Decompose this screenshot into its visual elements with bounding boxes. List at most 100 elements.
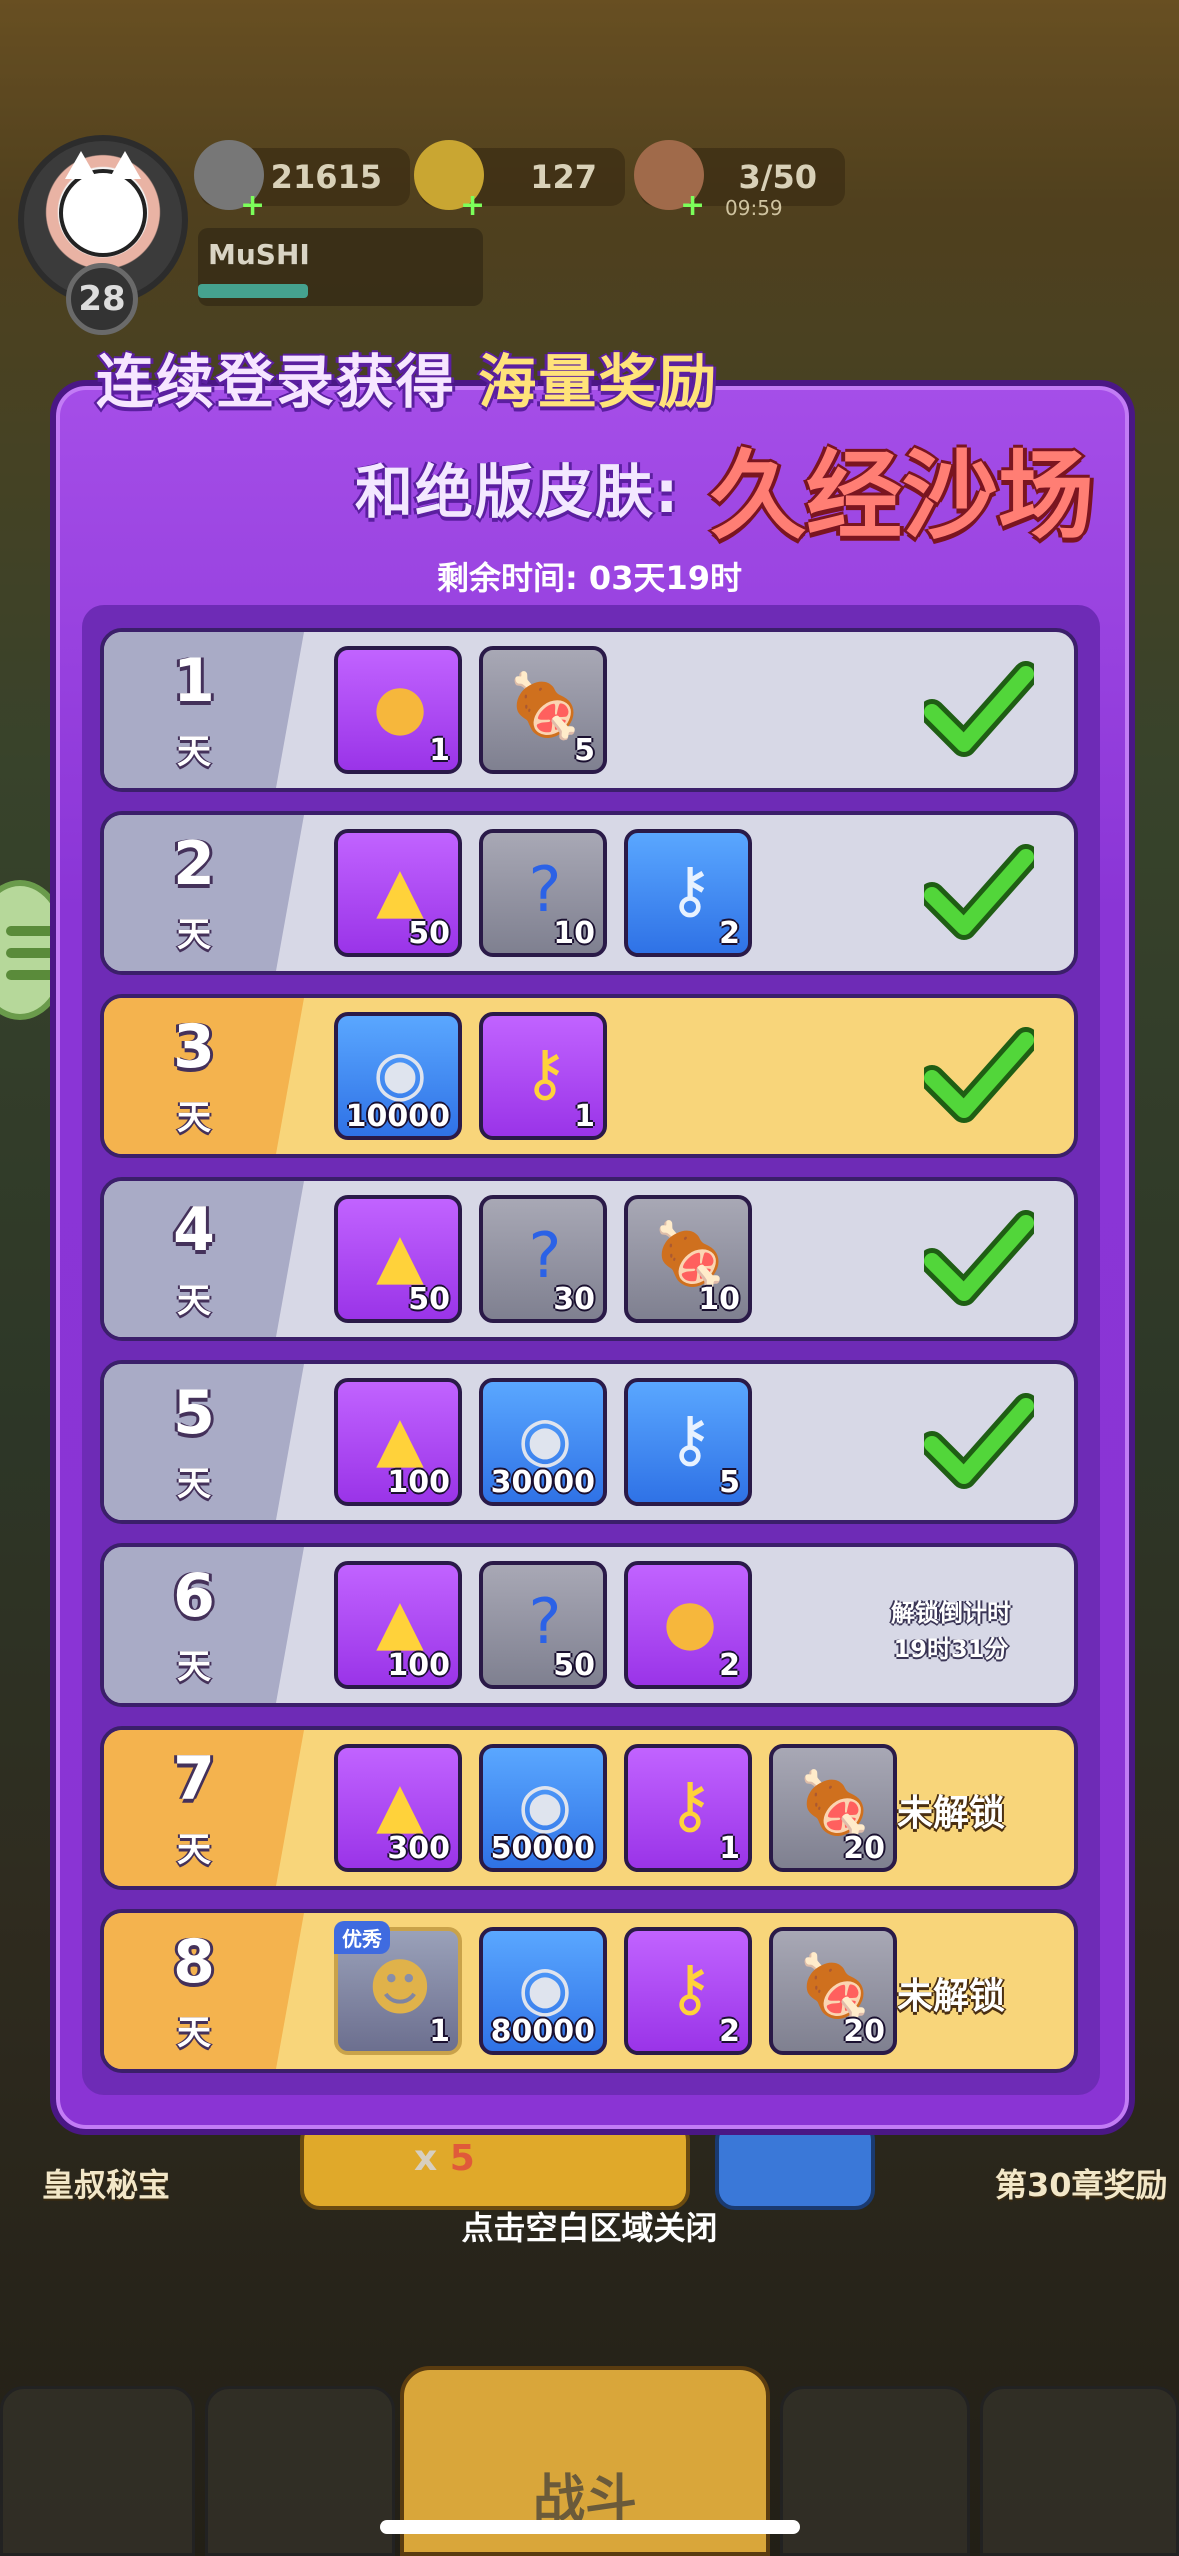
gold-coin-icon: ● <box>662 1584 718 1658</box>
left-feature-label[interactable]: 皇叔秘宝 <box>42 2160 170 2206</box>
reward-item[interactable]: ⚷ 1 <box>624 1744 752 1872</box>
reward-item[interactable]: ▲ 100 <box>334 1561 462 1689</box>
reward-row-day-4[interactable]: 4 天 ▲ 50? 30 🍖 10 <box>100 1177 1078 1341</box>
reward-item[interactable]: ? 30 <box>479 1195 607 1323</box>
silver-key-icon: ⚷ <box>667 1401 713 1475</box>
day-number: 2 <box>173 829 215 899</box>
item-quantity: 300 <box>387 1831 450 1866</box>
coin-counter[interactable]: + 21615 <box>194 140 410 223</box>
item-quantity: 50000 <box>490 1831 595 1866</box>
reward-item[interactable]: ? 10 <box>479 829 607 957</box>
home-indicator[interactable] <box>380 2520 800 2534</box>
coin-value: 21615 <box>270 158 382 196</box>
gold-key-icon: ⚷ <box>667 1767 713 1841</box>
reward-item[interactable]: ▲ 50 <box>334 1195 462 1323</box>
unlock-countdown: 解锁倒计时 19时31分 <box>891 1599 1011 1663</box>
event-headline: 连续登录获得 海量奖励 <box>96 348 719 416</box>
plus-icon: + <box>460 188 486 223</box>
reward-item[interactable]: ▲ 300 <box>334 1744 462 1872</box>
day-number: 3 <box>173 1012 215 1082</box>
day-number: 6 <box>173 1561 215 1631</box>
reward-row-day-3[interactable]: 3 天 ◉ 10000 ⚷ 1 <box>100 994 1078 1158</box>
locked-status: 未解锁 <box>896 1976 1005 2017</box>
plus-icon: + <box>240 188 266 223</box>
day-number: 5 <box>173 1378 215 1448</box>
plus-icon: + <box>680 188 706 223</box>
nav-equipment-button[interactable] <box>780 2386 970 2556</box>
reward-item[interactable]: 🍖 10 <box>624 1195 752 1323</box>
reward-item[interactable]: 🍖 5 <box>479 646 607 774</box>
item-quantity: 1 <box>574 1099 595 1134</box>
item-quantity: 2 <box>719 2014 740 2049</box>
player-name-plate: MuSHI <box>198 228 483 306</box>
day-label: 天 <box>177 1830 211 1870</box>
day-label: 天 <box>177 2013 211 2053</box>
reward-item[interactable]: ◉ 30000 <box>479 1378 607 1506</box>
claimed-check-icon <box>919 660 1039 760</box>
reward-row-day-8[interactable]: 8 天 ☻ 优秀 1 ◉ 80000 ⚷ 2 🍖 20 未解锁 <box>100 1909 1078 2073</box>
day-number: 8 <box>173 1927 215 1997</box>
item-quantity: 1 <box>429 2014 450 2049</box>
quality-tag: 优秀 <box>334 1921 390 1954</box>
item-quantity: 5 <box>574 733 595 768</box>
reward-row-day-2[interactable]: 2 天 ▲ 50? 10 ⚷ 2 <box>100 811 1078 975</box>
reward-item[interactable]: ☻ 优秀 1 <box>334 1921 462 2055</box>
nav-upgrade-button[interactable] <box>980 2386 1179 2556</box>
reward-item[interactable]: ● 2 <box>624 1561 752 1689</box>
reward-row-day-6[interactable]: 6 天 ▲ 100? 50 ● 2 解锁倒计时 19时31分 <box>100 1543 1078 1707</box>
item-quantity: 100 <box>387 1465 450 1500</box>
reward-item[interactable]: ⚷ 2 <box>624 829 752 957</box>
item-quantity: 30 <box>553 1282 595 1317</box>
exp-bar <box>198 284 308 298</box>
reward-item[interactable]: ● 1 <box>334 646 462 774</box>
silver-key-icon: ⚷ <box>667 852 713 926</box>
item-quantity: 80000 <box>490 2014 595 2049</box>
ingot-value: 127 <box>530 158 597 196</box>
day-label: 天 <box>177 1464 211 1504</box>
stamina-timer: 09:59 <box>725 196 783 220</box>
claimed-check-icon <box>919 1392 1039 1492</box>
reward-item[interactable]: ▲ 100 <box>334 1378 462 1506</box>
item-quantity: 5 <box>719 1465 740 1500</box>
right-feature-label[interactable]: 第30章奖励 <box>995 2160 1168 2206</box>
reward-item[interactable]: ⚷ 1 <box>479 1012 607 1140</box>
claimed-check-icon <box>919 1209 1039 1309</box>
reward-item[interactable]: ? 50 <box>479 1561 607 1689</box>
nav-shop-button[interactable] <box>0 2386 195 2556</box>
item-quantity: 50 <box>553 1648 595 1683</box>
item-quantity: 1 <box>429 733 450 768</box>
reward-item[interactable]: ⚷ 5 <box>624 1378 752 1506</box>
gold-key-icon: ⚷ <box>667 1950 713 2024</box>
day-number: 4 <box>173 1195 215 1265</box>
item-quantity: 10 <box>553 916 595 951</box>
reward-item[interactable]: ⚷ 2 <box>624 1927 752 2055</box>
nav-heroes-button[interactable] <box>205 2386 395 2556</box>
item-quantity: 50 <box>408 916 450 951</box>
close-hint[interactable]: 点击空白区域关闭 <box>0 2203 1179 2249</box>
day-label: 天 <box>177 915 211 955</box>
item-quantity: 2 <box>719 916 740 951</box>
item-quantity: 10 <box>698 1282 740 1317</box>
reward-item[interactable]: ◉ 50000 <box>479 1744 607 1872</box>
gold-key-icon: ⚷ <box>522 1035 568 1109</box>
day-label: 天 <box>177 1647 211 1687</box>
ingot-counter[interactable]: + 127 <box>414 140 625 223</box>
day-label: 天 <box>177 1098 211 1138</box>
reward-item[interactable]: ▲ 50 <box>334 829 462 957</box>
item-quantity: 50 <box>408 1282 450 1317</box>
reward-row-day-7[interactable]: 7 天 ▲ 300 ◉ 50000 ⚷ 1 🍖 20 未解锁 <box>100 1726 1078 1890</box>
reward-item[interactable]: ◉ 80000 <box>479 1927 607 2055</box>
reward-row-day-5[interactable]: 5 天 ▲ 100 ◉ 30000 ⚷ 5 <box>100 1360 1078 1524</box>
reward-row-day-1[interactable]: 1 天 ● 1 🍖 5 <box>100 628 1078 792</box>
player-level-badge: 28 <box>66 263 138 335</box>
item-quantity: 20 <box>843 1831 885 1866</box>
item-quantity: 10000 <box>345 1099 450 1134</box>
skin-name: 久经沙场 <box>710 440 1094 552</box>
event-subheadline: 和绝版皮肤: <box>355 458 681 526</box>
stamina-cost-text: x 5 <box>414 2138 475 2179</box>
reward-item[interactable]: ◉ 10000 <box>334 1012 462 1140</box>
hero-icon: ☻ <box>367 1950 433 2024</box>
locked-status: 未解锁 <box>896 1793 1005 1834</box>
stamina-value: 3/50 <box>738 158 817 196</box>
gold-coin-icon: ● <box>372 669 428 743</box>
